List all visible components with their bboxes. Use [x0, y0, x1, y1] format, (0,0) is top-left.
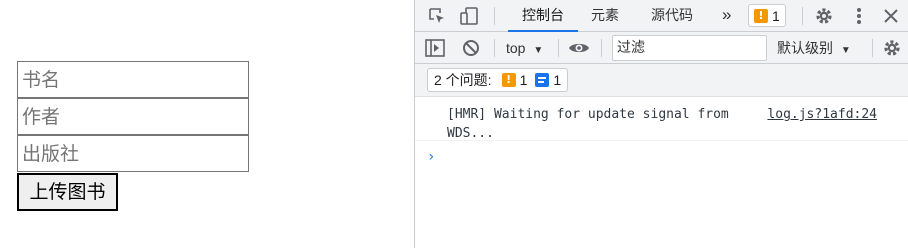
author-input[interactable]	[17, 98, 249, 135]
log-message: [HMR] Waiting for update signal from WDS…	[447, 107, 729, 141]
clear-console-icon[interactable]	[461, 38, 481, 58]
tabbar-divider-2	[802, 7, 803, 25]
sidebar-toggle-icon[interactable]	[425, 38, 445, 58]
warning-icon: !	[754, 8, 768, 23]
chevron-down-icon: ▼	[840, 45, 851, 56]
devtools-tabbar: 控制台 元素 源代码 » ! 1	[415, 0, 908, 32]
live-expression-eye-icon[interactable]	[568, 38, 590, 58]
toolbar-divider-2	[558, 39, 559, 57]
console-toolbar: top ▼ 默认级别 ▼	[415, 32, 908, 64]
close-icon[interactable]	[881, 6, 901, 26]
toolbar-divider-3	[601, 39, 602, 57]
log-level-value: 默认级别	[777, 40, 833, 56]
issues-bar: 2 个问题: ! 1 1	[415, 64, 908, 97]
context-select[interactable]: top ▼	[506, 32, 543, 64]
more-options-icon[interactable]	[849, 5, 869, 27]
publisher-input[interactable]	[17, 135, 249, 172]
issues-warning-count: 1	[519, 72, 528, 88]
warnings-badge[interactable]: ! 1	[748, 4, 786, 27]
log-source-link[interactable]: log.js?1afd:24	[767, 105, 877, 124]
console-output: [HMR] Waiting for update signal from WDS…	[415, 97, 908, 165]
app-page: 上传图书	[0, 0, 414, 248]
inspect-element-icon[interactable]	[427, 6, 447, 26]
issues-button[interactable]: 2 个问题: ! 1 1	[427, 68, 569, 92]
console-log-row: [HMR] Waiting for update signal from WDS…	[415, 97, 908, 141]
tab-console[interactable]: 控制台	[508, 0, 578, 32]
chevron-down-icon: ▼	[533, 45, 544, 56]
devtools-panel: 控制台 元素 源代码 » ! 1 top ▼ 过滤 默认级别 ▼ 2 个问题: …	[414, 0, 908, 248]
console-settings-gear-icon[interactable]	[881, 37, 903, 59]
title-input[interactable]	[17, 61, 249, 98]
issues-info-count: 1	[553, 72, 562, 88]
upload-book-button[interactable]: 上传图书	[17, 173, 118, 211]
console-prompt-chevron-icon[interactable]: ›	[427, 149, 435, 165]
tab-elements[interactable]: 元素	[591, 0, 619, 32]
tabbar-divider	[494, 7, 495, 25]
filter-input[interactable]	[612, 35, 767, 61]
warning-icon: !	[501, 73, 516, 87]
toolbar-divider-4	[872, 39, 873, 57]
toolbar-divider	[494, 39, 495, 57]
device-toolbar-icon[interactable]	[459, 6, 479, 26]
issues-label: 2 个问题:	[434, 72, 492, 88]
tab-sources[interactable]: 源代码	[651, 0, 693, 32]
context-select-value: top	[506, 40, 526, 56]
warnings-badge-count: 1	[772, 7, 780, 24]
info-message-icon	[535, 73, 550, 87]
settings-gear-icon[interactable]	[813, 5, 835, 27]
more-tabs-button[interactable]: »	[722, 0, 731, 32]
log-level-select[interactable]: 默认级别 ▼	[777, 32, 851, 64]
